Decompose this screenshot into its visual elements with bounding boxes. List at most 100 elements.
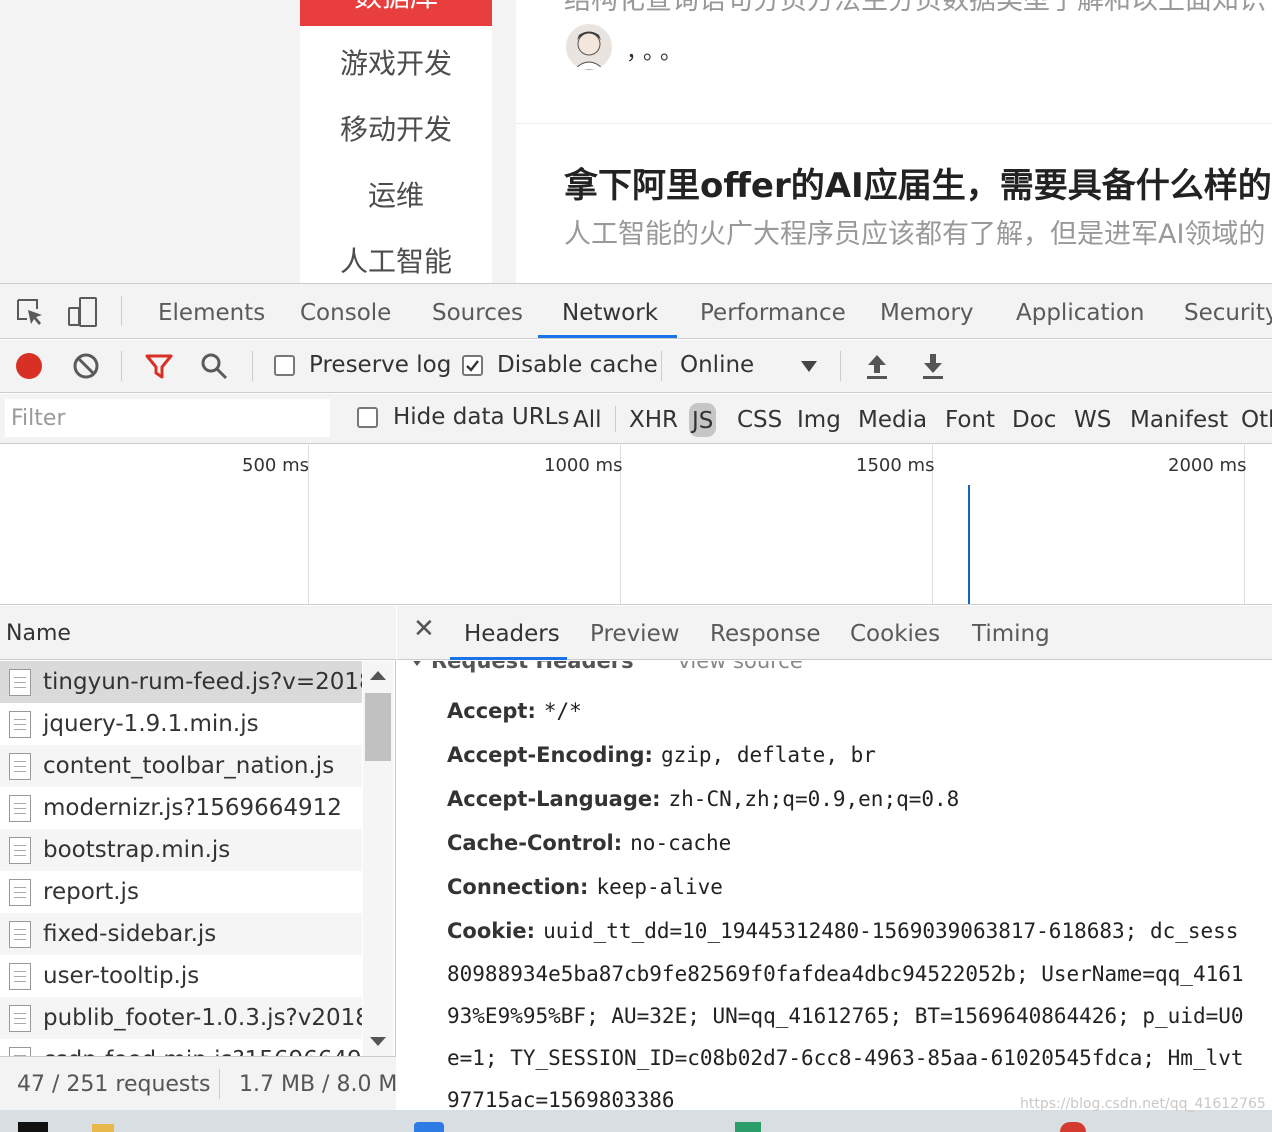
hide-data-urls-label: Hide data URLs <box>393 404 570 430</box>
column-header-name[interactable]: Name <box>0 606 396 660</box>
waterfall-bar <box>54 604 278 605</box>
tab-memory[interactable]: Memory <box>880 284 974 339</box>
tab-response[interactable]: Response <box>710 606 820 660</box>
close-icon[interactable]: ✕ <box>413 614 435 644</box>
filter-type-manifest[interactable]: Manifest <box>1130 394 1228 444</box>
export-har-icon[interactable] <box>913 346 953 386</box>
filter-icon[interactable] <box>139 346 179 386</box>
app-icon[interactable] <box>414 1122 444 1132</box>
request-row[interactable]: bootstrap.min.js <box>0 829 362 871</box>
category-item-active[interactable]: 数据库 <box>300 0 492 26</box>
separator <box>121 296 122 326</box>
search-icon[interactable] <box>194 346 234 386</box>
disable-cache-checkbox[interactable] <box>462 355 483 376</box>
waterfall-bar <box>280 604 316 605</box>
tab-preview[interactable]: Preview <box>590 606 680 660</box>
triangle-down-icon <box>411 661 423 666</box>
webpage-viewport: 数据库 游戏开发 移动开发 运维 人工智能 结构化查询语句分页方法主分页数据类型… <box>0 0 1272 283</box>
request-row[interactable]: fixed-sidebar.js <box>0 913 362 955</box>
tab-security[interactable]: Security <box>1184 284 1272 339</box>
scroll-up-icon[interactable] <box>370 671 386 680</box>
tab-cookies[interactable]: Cookies <box>850 606 940 660</box>
filter-type-doc[interactable]: Doc <box>1012 394 1056 444</box>
tab-performance[interactable]: Performance <box>700 284 846 339</box>
request-row[interactable]: modernizr.js?1569664912 <box>0 787 362 829</box>
filter-type-css[interactable]: CSS <box>737 394 782 444</box>
folder-icon[interactable] <box>92 1124 114 1132</box>
tab-application[interactable]: Application <box>1016 284 1145 339</box>
tab-network[interactable]: Network <box>562 284 658 339</box>
record-icon[interactable] <box>9 346 49 386</box>
waterfall-bar <box>26 604 54 605</box>
filter-input[interactable] <box>5 399 330 437</box>
article-divider <box>516 123 1272 124</box>
waterfall-bar <box>250 604 280 605</box>
category-item[interactable]: 游戏开发 <box>300 42 492 82</box>
request-list-scrollbar[interactable] <box>363 661 393 1056</box>
filter-type-other[interactable]: Oth <box>1241 394 1272 444</box>
article-title[interactable]: 拿下阿里offer的AI应届生，需要具备什么样的 <box>564 158 1272 207</box>
request-row[interactable]: report.js <box>0 871 362 913</box>
hide-data-urls-checkbox[interactable] <box>357 407 378 428</box>
file-icon <box>9 837 31 864</box>
author-avatar[interactable] <box>566 24 612 70</box>
header-row: Cookie: uuid_tt_dd=10_19445312480-1569039… <box>447 919 1238 943</box>
active-tab-indicator <box>538 335 677 338</box>
cookie-value-line: 93%E9%95%BF; AU=32E; UN=qq_41612765; BT=… <box>447 1004 1244 1028</box>
cookie-value-line: e=1; TY_SESSION_ID=c08b02d7-6cc8-4963-85… <box>447 1046 1244 1070</box>
filter-type-img[interactable]: Img <box>797 394 841 444</box>
tab-elements[interactable]: Elements <box>158 284 265 339</box>
request-count: 47 / 251 requests <box>17 1072 211 1097</box>
tab-sources[interactable]: Sources <box>432 284 523 339</box>
view-source-link[interactable]: view source <box>678 661 803 673</box>
app-icon[interactable] <box>1060 1122 1086 1132</box>
header-row: Accept-Language: zh-CN,zh;q=0.9,en;q=0.8 <box>447 787 959 811</box>
header-row: Cache-Control: no-cache <box>447 831 731 855</box>
filter-type-media[interactable]: Media <box>858 394 927 444</box>
network-overview-timeline[interactable]: 500 ms 1000 ms 1500 ms 2000 ms <box>0 445 1272 605</box>
cookie-value-line: 97715ac=1569803386 <box>447 1088 675 1111</box>
disable-cache-label: Disable cache <box>497 352 658 378</box>
category-item[interactable]: 移动开发 <box>300 108 492 148</box>
timeline-tick-label: 2000 ms <box>1168 455 1247 476</box>
throttling-select[interactable]: Online <box>680 352 754 378</box>
tab-headers[interactable]: Headers <box>464 606 560 660</box>
request-row[interactable]: tingyun-rum-feed.js?v=20181. <box>0 661 362 703</box>
author-name[interactable]: ，。。 <box>626 34 688 66</box>
chevron-down-icon[interactable] <box>801 361 817 372</box>
transfer-size: 1.7 MB / 8.0 M <box>239 1072 396 1097</box>
watermark: https://blog.csdn.net/qq_41612765 <box>1020 1096 1266 1112</box>
preserve-log-checkbox[interactable] <box>274 355 295 376</box>
request-list: Name tingyun-rum-feed.js?v=20181. jquery… <box>0 606 396 1111</box>
app-icon[interactable] <box>735 1122 761 1132</box>
windows-start-icon[interactable] <box>18 1122 48 1132</box>
category-item[interactable]: 人工智能 <box>300 240 492 280</box>
scroll-down-icon[interactable] <box>370 1037 386 1046</box>
device-toolbar-icon[interactable] <box>62 292 102 332</box>
import-har-icon[interactable] <box>857 346 897 386</box>
request-row[interactable]: user-tooltip.js <box>0 955 362 997</box>
filter-type-font[interactable]: Font <box>945 394 995 444</box>
filter-type-xhr[interactable]: XHR <box>629 394 678 444</box>
devtools-tabbar: Elements Console Sources Network Perform… <box>0 284 1272 339</box>
filter-type-ws[interactable]: WS <box>1074 394 1111 444</box>
scroll-thumb[interactable] <box>365 693 391 761</box>
clear-icon[interactable] <box>66 346 106 386</box>
category-item[interactable]: 运维 <box>300 174 492 214</box>
request-rows: tingyun-rum-feed.js?v=20181. jquery-1.9.… <box>0 661 362 1056</box>
devtools-panel: Elements Console Sources Network Perform… <box>0 283 1272 1111</box>
request-headers-section-title[interactable]: Request Headers <box>411 661 634 673</box>
inspect-element-icon[interactable] <box>10 292 50 332</box>
filter-type-js[interactable]: JS <box>689 403 717 437</box>
tab-timing[interactable]: Timing <box>972 606 1050 660</box>
request-row[interactable]: publib_footer-1.0.3.js?v201807 <box>0 997 362 1039</box>
header-key: Cookie: <box>447 919 536 943</box>
request-row[interactable]: csdn-feed.min.js?1569664912 <box>0 1039 362 1056</box>
request-row[interactable]: jquery-1.9.1.min.js <box>0 703 362 745</box>
tab-console[interactable]: Console <box>300 284 391 339</box>
separator <box>615 406 616 432</box>
timeline-tick-label: 1500 ms <box>856 455 935 476</box>
request-row[interactable]: content_toolbar_nation.js <box>0 745 362 787</box>
filter-type-all[interactable]: All <box>573 394 602 444</box>
timeline-tick-label: 1000 ms <box>544 455 623 476</box>
